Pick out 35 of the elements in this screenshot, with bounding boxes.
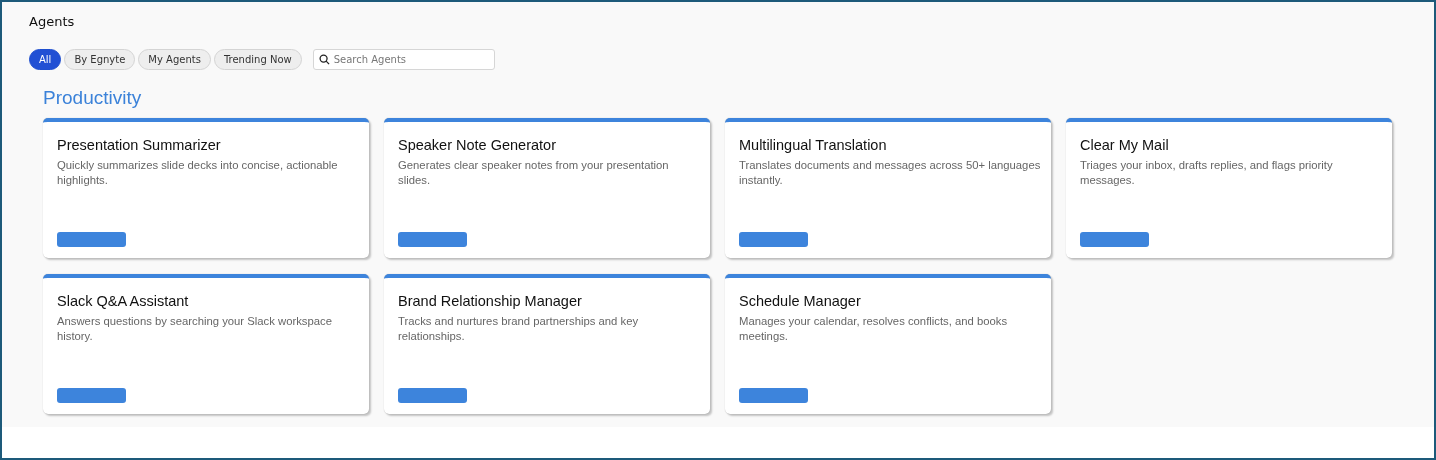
- filter-chip[interactable]: My Agents: [138, 49, 211, 70]
- card-action-button[interactable]: [739, 388, 808, 403]
- agent-card[interactable]: Brand Relationship Manager Tracks and nurtures brand partnerships and key relationships.: [384, 274, 710, 414]
- card-title: Brand Relationship Manager: [398, 293, 583, 309]
- card-description: Triages your inbox, drafts replies, and flags priority messages.: [1080, 158, 1334, 188]
- filter-chip[interactable]: By Egnyte: [64, 49, 136, 70]
- page-title: Agents: [29, 14, 76, 29]
- card-action-button[interactable]: [57, 388, 126, 403]
- card-description: Translates documents and messages across 50+ languages instantly.: [739, 158, 1042, 188]
- card-action-button[interactable]: [739, 232, 808, 247]
- card-title: Speaker Note Generator: [398, 137, 557, 153]
- card-action-button[interactable]: [398, 388, 467, 403]
- card-action-button[interactable]: [1080, 232, 1149, 247]
- filter-chip[interactable]: Trending Now: [213, 49, 302, 70]
- card-title: Presentation Summarizer: [57, 137, 222, 153]
- card-action-button[interactable]: [57, 232, 126, 247]
- agent-card[interactable]: Multilingual Translation Translates documents and messages across 50+ languages instantly.: [725, 118, 1051, 258]
- agent-card[interactable]: Presentation Summarizer Quickly summarizes slide decks into concise, actionable highlights.: [43, 118, 369, 258]
- section-title: Productivity: [43, 87, 143, 109]
- card-title: Schedule Manager: [739, 293, 862, 309]
- card-description: Tracks and nurtures brand partnerships and key relationships.: [398, 314, 640, 344]
- card-title: Multilingual Translation: [739, 137, 888, 153]
- card-action-button[interactable]: [398, 232, 467, 247]
- search-field[interactable]: Search Agents: [312, 49, 495, 70]
- agent-card[interactable]: Schedule Manager Manages your calendar, resolves conflicts, and books meetings.: [725, 274, 1051, 414]
- card-description: Generates clear speaker notes from your presentation slides.: [398, 158, 670, 188]
- card-title: Clear My Mail: [1080, 137, 1170, 153]
- agent-card[interactable]: Clear My Mail Triages your inbox, drafts replies, and flags priority messages.: [1066, 118, 1392, 258]
- card-description: Answers questions by searching your Slack workspace history.: [57, 314, 334, 344]
- agent-card[interactable]: Speaker Note Generator Generates clear speaker notes from your presentation slides.: [384, 118, 710, 258]
- agent-card[interactable]: Slack Q&A Assistant Answers questions by searching your Slack workspace history.: [43, 274, 369, 414]
- card-title: Slack Q&A Assistant: [57, 293, 190, 309]
- card-description: Manages your calendar, resolves conflicts, and books meetings.: [739, 314, 1009, 344]
- card-description: Quickly summarizes slide decks into concise, actionable highlights.: [57, 158, 339, 188]
- filter-chip[interactable]: All: [29, 49, 62, 70]
